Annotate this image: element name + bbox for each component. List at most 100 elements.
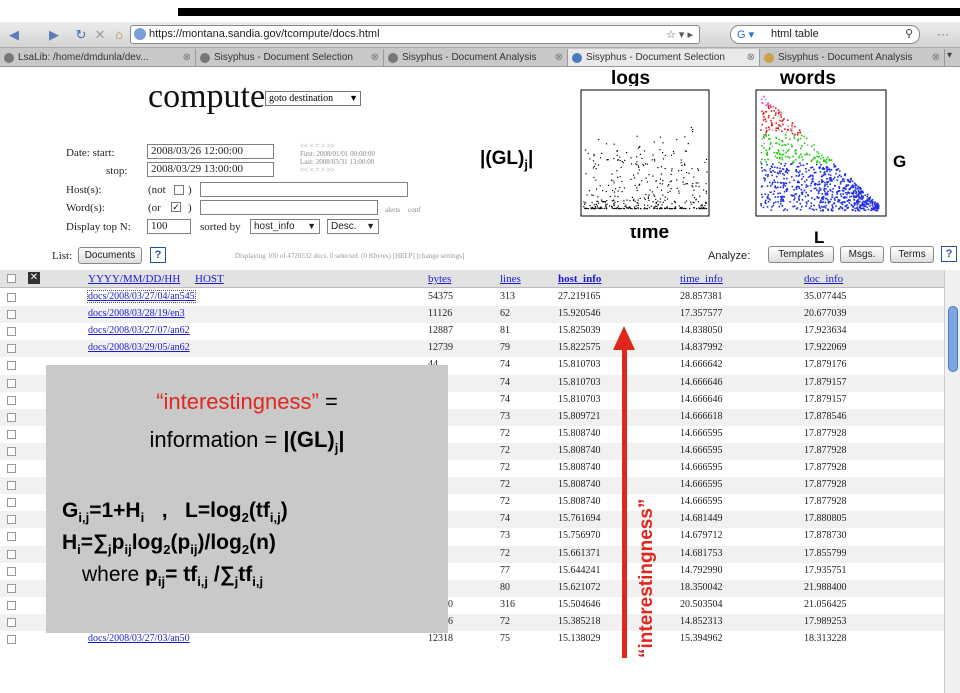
scroll-thumb[interactable] — [948, 306, 958, 372]
invert-selection-icon[interactable]: ✕ — [28, 272, 40, 284]
templates-button[interactable]: Templates — [768, 246, 834, 263]
hosts-input[interactable] — [200, 182, 408, 197]
table-cell: 14.681753 — [680, 547, 723, 559]
row-checkbox[interactable] — [7, 446, 16, 456]
row-checkbox[interactable] — [7, 361, 16, 371]
words-point — [877, 207, 879, 209]
home-icon[interactable]: ⌂ — [110, 26, 128, 44]
words-point — [876, 209, 878, 212]
date-nav-top[interactable]: << < = > >> — [300, 142, 335, 150]
logs-point — [598, 202, 600, 204]
words-point — [827, 209, 830, 211]
stop-icon[interactable]: ✕ — [92, 26, 108, 44]
close-tab-icon[interactable]: ⊗ — [555, 49, 563, 66]
doc-link[interactable]: docs/2008/03/29/05/an62 — [88, 342, 190, 353]
overlay-interestingness: “interestingness” — [156, 389, 319, 414]
help-button[interactable]: ? — [150, 247, 166, 263]
search-field[interactable]: G ▾ html table ⚲ — [730, 25, 920, 44]
table-scrollbar[interactable] — [944, 270, 960, 693]
header-date[interactable]: YYYY/MM/DD/HH — [88, 273, 180, 285]
close-tab-icon[interactable]: ⊗ — [183, 49, 191, 66]
header-doc-info[interactable]: doc_info — [804, 273, 843, 285]
row-checkbox[interactable] — [7, 429, 16, 439]
sort-field-select[interactable]: host_info ▼ — [250, 219, 320, 234]
header-host[interactable]: HOST — [195, 273, 224, 285]
search-icon[interactable]: ⚲ — [905, 26, 913, 43]
host-not-checkbox[interactable] — [174, 185, 184, 195]
menu-icon[interactable]: ⋯ — [934, 26, 952, 44]
documents-button[interactable]: Documents — [78, 247, 142, 264]
row-checkbox[interactable] — [7, 498, 16, 508]
row-checkbox[interactable] — [7, 481, 16, 491]
row-checkbox[interactable] — [7, 635, 16, 644]
logs-point — [700, 205, 702, 207]
row-checkbox[interactable] — [7, 600, 16, 610]
msgs-button[interactable]: Msgs. — [840, 246, 884, 263]
search-engine-icon[interactable]: G ▾ — [737, 27, 754, 44]
word-or-checkbox[interactable]: ✓ — [171, 202, 181, 212]
conf-link[interactable]: conf — [408, 206, 420, 214]
doc-link[interactable]: docs/2008/03/27/03/an50 — [88, 633, 190, 644]
interestingness-arrow — [622, 348, 627, 658]
logs-point — [681, 208, 683, 210]
words-point — [807, 194, 810, 197]
doc-link[interactable]: docs/2008/03/28/19/en3 — [88, 308, 185, 319]
row-checkbox[interactable] — [7, 532, 16, 542]
sort-order-select[interactable]: Desc. ▼ — [327, 219, 379, 234]
words-point — [829, 183, 831, 185]
words-point — [766, 151, 769, 154]
words-point — [815, 171, 817, 174]
header-host-info[interactable]: host_info — [558, 273, 601, 285]
row-checkbox[interactable] — [7, 583, 16, 593]
words-point — [842, 193, 845, 195]
tab-lsalib[interactable]: LsaLib: /home/dmdunla/dev... ⊗ — [0, 49, 196, 66]
row-checkbox[interactable] — [7, 566, 16, 576]
select-all-checkbox[interactable] — [7, 274, 16, 283]
terms-button[interactable]: Terms — [890, 246, 934, 263]
row-checkbox[interactable] — [7, 412, 16, 422]
forward-icon[interactable]: ▶ — [44, 26, 64, 44]
row-checkbox[interactable] — [7, 617, 16, 627]
tab-document-selection-1[interactable]: Sisyphus - Document Selection ⊗ — [196, 49, 384, 66]
tab-document-analysis-1[interactable]: Sisyphus - Document Analysis ⊗ — [384, 49, 568, 66]
row-checkbox[interactable] — [7, 310, 16, 320]
help-analyze-button[interactable]: ? — [941, 246, 957, 262]
tab-list-icon[interactable]: ▾ — [947, 50, 952, 61]
header-time-info[interactable]: time_info — [680, 273, 723, 285]
words-point — [782, 184, 785, 187]
date-nav-bottom[interactable]: << < = > >> — [300, 166, 335, 174]
header-bytes[interactable]: bytes — [428, 273, 451, 285]
words-input[interactable] — [200, 200, 378, 215]
row-checkbox[interactable] — [7, 293, 16, 302]
words-point — [778, 161, 780, 164]
words-point — [805, 191, 807, 194]
alerts-link[interactable]: alerts — [385, 206, 400, 214]
url-bar[interactable]: https://montana.sandia.gov/tcompute/docs… — [130, 25, 700, 44]
arrow-up-icon — [613, 326, 635, 350]
reload-icon[interactable]: ↻ — [72, 26, 90, 44]
date-start-input[interactable]: 2008/03/26 12:00:00 — [147, 144, 274, 159]
back-icon[interactable]: ◀ — [4, 26, 24, 44]
row-checkbox[interactable] — [7, 327, 16, 337]
row-checkbox[interactable] — [7, 378, 16, 388]
logs-point — [630, 157, 632, 159]
doc-link[interactable]: docs/2008/03/27/04/an545 — [87, 290, 196, 303]
bookmark-star-icon[interactable]: ☆ ▾ ▸ — [666, 27, 693, 44]
close-tab-icon[interactable]: ⊗ — [932, 49, 940, 66]
top-n-input[interactable]: 100 — [147, 219, 191, 234]
close-tab-icon[interactable]: ⊗ — [747, 49, 755, 66]
header-lines[interactable]: lines — [500, 273, 521, 285]
close-tab-icon[interactable]: ⊗ — [371, 49, 379, 66]
words-point — [767, 200, 770, 203]
doc-link[interactable]: docs/2008/03/27/07/an62 — [88, 325, 190, 336]
row-checkbox[interactable] — [7, 344, 16, 354]
goto-destination-select[interactable]: goto destination ▼ — [265, 91, 361, 106]
tab-document-selection-2[interactable]: Sisyphus - Document Selection ⊗ — [568, 49, 760, 66]
row-checkbox[interactable] — [7, 515, 16, 525]
stop-input[interactable]: 2008/03/29 13:00:00 — [147, 162, 274, 177]
row-checkbox[interactable] — [7, 395, 16, 405]
tab-document-analysis-2[interactable]: Sisyphus - Document Analysis ⊗ — [760, 49, 945, 66]
logs-point — [666, 206, 668, 208]
row-checkbox[interactable] — [7, 464, 16, 473]
row-checkbox[interactable] — [7, 549, 16, 559]
